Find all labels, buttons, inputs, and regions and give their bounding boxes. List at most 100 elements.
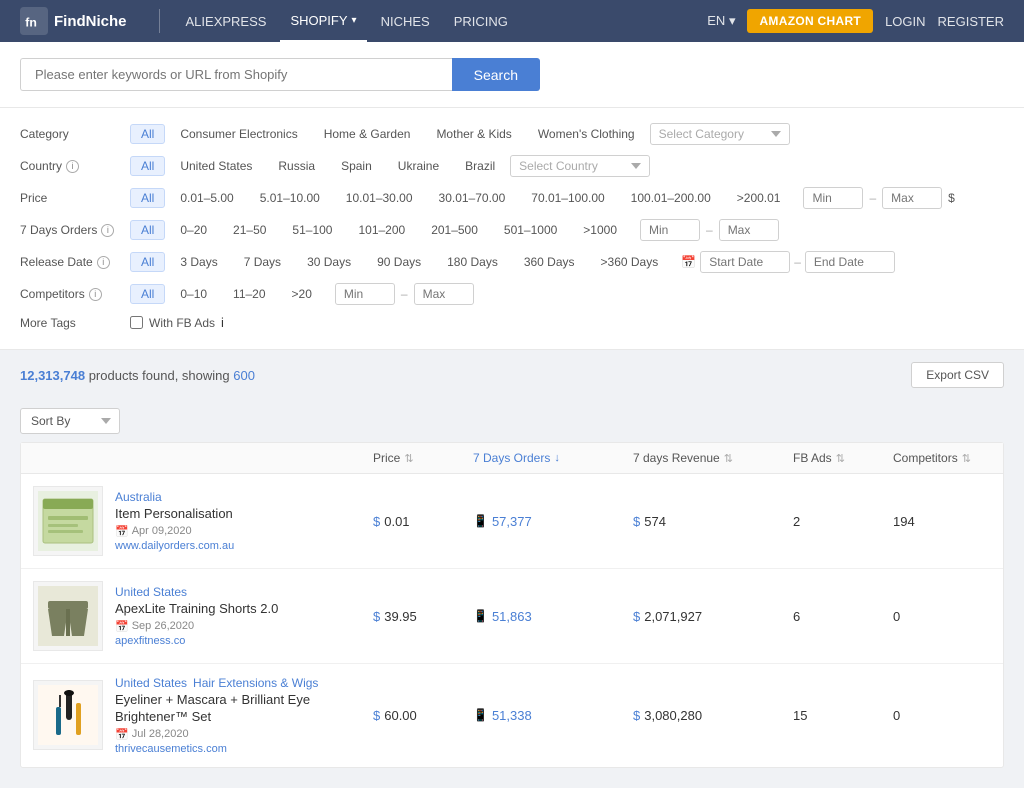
comp-max-input[interactable] xyxy=(414,283,474,305)
export-csv-button[interactable]: Export CSV xyxy=(911,362,1004,388)
price-70-100[interactable]: 70.01–100.00 xyxy=(520,188,615,208)
col-price-header[interactable]: Price ⇅ xyxy=(373,451,473,465)
price-5-10[interactable]: 5.01–10.00 xyxy=(249,188,331,208)
nav-niches[interactable]: NICHES xyxy=(371,0,440,42)
category-select[interactable]: Select Category xyxy=(650,123,790,145)
start-date-input[interactable] xyxy=(700,251,790,273)
country-info-icon[interactable]: i xyxy=(66,160,79,173)
orders-101-200[interactable]: 101–200 xyxy=(347,220,416,240)
revenue-sort-icon: ⇅ xyxy=(724,452,733,465)
orders-col-2: 📱 51,863 xyxy=(473,609,633,624)
comp-all[interactable]: All xyxy=(130,284,165,304)
date-3[interactable]: 3 Days xyxy=(169,252,228,272)
price-col-2: $ 39.95 xyxy=(373,609,473,624)
competitors-label: Competitors i xyxy=(20,287,130,301)
country-russia[interactable]: Russia xyxy=(267,156,326,176)
orders-min-input[interactable] xyxy=(640,219,700,241)
amazon-chart-button[interactable]: AMAZON CHART xyxy=(747,9,873,33)
price-max-input[interactable] xyxy=(882,187,942,209)
col-competitors-header[interactable]: Competitors ⇅ xyxy=(893,451,1013,465)
orders-max-input[interactable] xyxy=(719,219,779,241)
category-consumer-electronics[interactable]: Consumer Electronics xyxy=(169,124,308,144)
col-fbads-header[interactable]: FB Ads ⇅ xyxy=(793,451,893,465)
search-button[interactable]: Search xyxy=(452,58,540,91)
country-all[interactable]: All xyxy=(130,156,165,176)
date-360plus[interactable]: >360 Days xyxy=(590,252,670,272)
comp-11-20[interactable]: 11–20 xyxy=(222,284,276,304)
search-input[interactable] xyxy=(20,58,452,91)
price-0-5[interactable]: 0.01–5.00 xyxy=(169,188,244,208)
dollar-rev-icon-3: $ xyxy=(633,708,640,723)
date-180[interactable]: 180 Days xyxy=(436,252,509,272)
product-name-3: Eyeliner + Mascara + Brilliant Eye Brigh… xyxy=(115,692,373,726)
nav-aliexpress[interactable]: ALIEXPRESS xyxy=(176,0,277,42)
calendar-icon-3: 📅 xyxy=(115,728,129,741)
product-link-3[interactable]: thrivecausemetics.com xyxy=(115,743,373,755)
nav-pricing[interactable]: PRICING xyxy=(444,0,518,42)
comp-range: – xyxy=(335,283,474,305)
price-200plus[interactable]: >200.01 xyxy=(726,188,792,208)
seven-days-info-icon[interactable]: i xyxy=(101,224,114,237)
product-link-2[interactable]: apexfitness.co xyxy=(115,635,373,647)
category-mother-kids[interactable]: Mother & Kids xyxy=(425,124,522,144)
col-7days-orders-header[interactable]: 7 Days Orders ↓ xyxy=(473,451,633,465)
table-section: Sort By Price ⇅ 7 Days Orders ↓ 7 days R… xyxy=(0,400,1024,788)
price-col-1: $ 0.01 xyxy=(373,514,473,529)
calendar-icon-1: 📅 xyxy=(115,525,129,538)
product-tag-3[interactable]: Hair Extensions & Wigs xyxy=(193,676,318,690)
fb-ads-info-icon[interactable]: i xyxy=(221,315,224,330)
price-10-30[interactable]: 10.01–30.00 xyxy=(335,188,424,208)
fbads-sort-icon: ⇅ xyxy=(836,452,845,465)
date-all[interactable]: All xyxy=(130,252,165,272)
date-90[interactable]: 90 Days xyxy=(366,252,432,272)
date-30[interactable]: 30 Days xyxy=(296,252,362,272)
orders-21-50[interactable]: 21–50 xyxy=(222,220,277,240)
release-date-info-icon[interactable]: i xyxy=(97,256,110,269)
orders-51-100[interactable]: 51–100 xyxy=(281,220,343,240)
end-date-input[interactable] xyxy=(805,251,895,273)
price-min-input[interactable] xyxy=(803,187,863,209)
filter-row-more-tags: More Tags With FB Ads i xyxy=(20,310,1004,335)
product-country-1[interactable]: Australia xyxy=(115,490,373,504)
fbads-col-3: 15 xyxy=(793,708,893,723)
orders-all[interactable]: All xyxy=(130,220,165,240)
price-all[interactable]: All xyxy=(130,188,165,208)
country-spain[interactable]: Spain xyxy=(330,156,383,176)
register-link[interactable]: REGISTER xyxy=(938,14,1004,29)
orders-201-500[interactable]: 201–500 xyxy=(420,220,489,240)
filter-row-price: Price All 0.01–5.00 5.01–10.00 10.01–30.… xyxy=(20,182,1004,214)
table-row: Australia Item Personalisation 📅 Apr 09,… xyxy=(21,474,1003,569)
seven-days-orders-label: 7 Days Orders i xyxy=(20,223,130,237)
search-section: Search xyxy=(0,42,1024,108)
comp-0-10[interactable]: 0–10 xyxy=(169,284,218,304)
col-revenue-header[interactable]: 7 days Revenue ⇅ xyxy=(633,451,793,465)
price-100-200[interactable]: 100.01–200.00 xyxy=(620,188,722,208)
category-womens-clothing[interactable]: Women's Clothing xyxy=(527,124,646,144)
country-brazil[interactable]: Brazil xyxy=(454,156,506,176)
comp-min-input[interactable] xyxy=(335,283,395,305)
orders-501-1000[interactable]: 501–1000 xyxy=(493,220,568,240)
price-30-70[interactable]: 30.01–70.00 xyxy=(428,188,517,208)
product-country-3[interactable]: United States xyxy=(115,676,187,690)
country-ukraine[interactable]: Ukraine xyxy=(387,156,450,176)
orders-1000plus[interactable]: >1000 xyxy=(572,220,628,240)
competitors-info-icon[interactable]: i xyxy=(89,288,102,301)
country-us[interactable]: United States xyxy=(169,156,263,176)
product-link-1[interactable]: www.dailyorders.com.au xyxy=(115,540,373,552)
fb-ads-checkbox[interactable] xyxy=(130,316,143,329)
comp-20plus[interactable]: >20 xyxy=(281,284,323,304)
login-link[interactable]: LOGIN xyxy=(885,14,925,29)
sort-by-select[interactable]: Sort By xyxy=(20,408,120,434)
category-all[interactable]: All xyxy=(130,124,165,144)
dollar-icon-1: $ xyxy=(373,514,380,529)
category-home-garden[interactable]: Home & Garden xyxy=(313,124,422,144)
nav-shopify[interactable]: SHOPIFY ▾ xyxy=(280,0,366,42)
product-country-2[interactable]: United States xyxy=(115,585,373,599)
language-selector[interactable]: EN ▾ xyxy=(707,13,735,29)
date-360[interactable]: 360 Days xyxy=(513,252,586,272)
date-7[interactable]: 7 Days xyxy=(233,252,292,272)
country-select[interactable]: Select Country xyxy=(510,155,650,177)
svg-text:fn: fn xyxy=(25,15,37,29)
logo[interactable]: fn FindNiche xyxy=(20,7,127,35)
orders-0-20[interactable]: 0–20 xyxy=(169,220,218,240)
